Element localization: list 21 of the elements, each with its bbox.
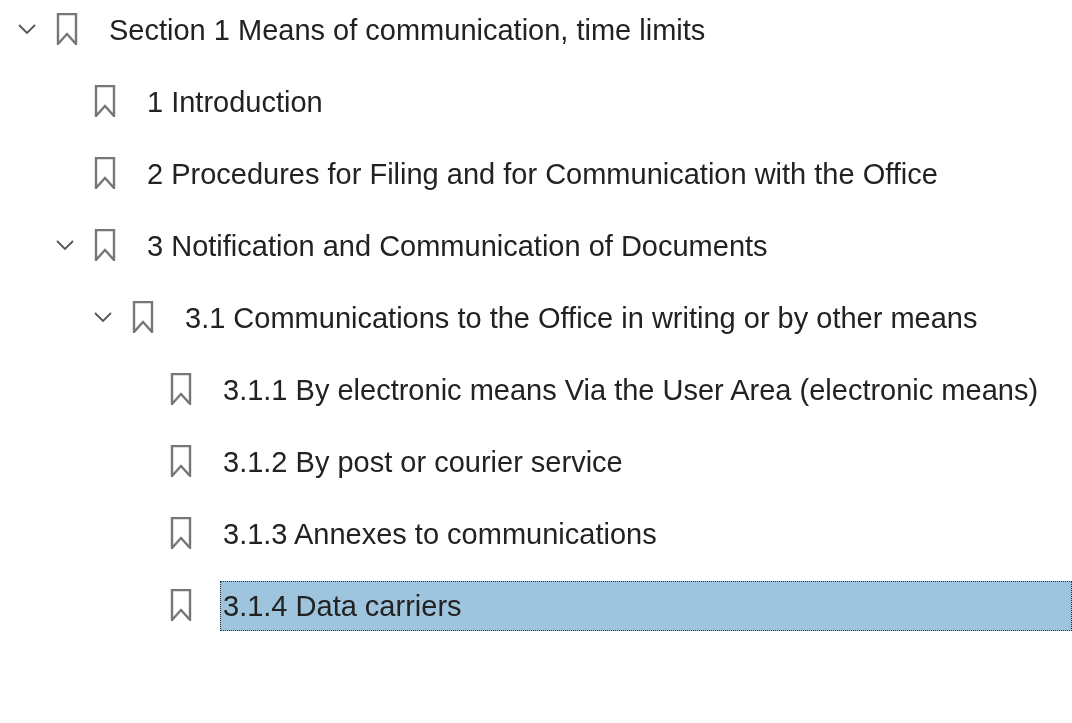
bookmark-label[interactable]: 3.1.4 Data carriers xyxy=(220,581,1072,631)
bookmark-icon xyxy=(170,445,192,477)
bookmark-label[interactable]: 3.1.2 By post or courier service xyxy=(220,437,1072,487)
bookmark-label[interactable]: 3.1.1 By electronic means Via the User Area (electronic means) xyxy=(220,365,1072,415)
chevron-icon[interactable] xyxy=(94,312,112,322)
bookmark-label[interactable]: 3.1 Communications to the Office in writing or by other means xyxy=(182,293,1072,343)
bookmark-label[interactable]: Section 1 Means of communication, time limits xyxy=(106,5,1072,55)
bookmark-icon xyxy=(170,373,192,405)
bookmark-icon xyxy=(170,517,192,549)
bookmark-icon xyxy=(94,85,116,117)
bookmark-icon xyxy=(170,589,192,621)
bookmark-label[interactable]: 3 Notification and Communication of Documents xyxy=(144,221,1072,271)
chevron-icon[interactable] xyxy=(56,240,74,250)
bookmark-label[interactable]: 2 Procedures for Filing and for Communication with the Office xyxy=(144,149,1072,199)
bookmark-label[interactable]: 3.1.3 Annexes to communications xyxy=(220,509,1072,559)
bookmark-icon xyxy=(94,229,116,261)
bookmark-label[interactable]: 1 Introduction xyxy=(144,77,1072,127)
chevron-icon[interactable] xyxy=(18,24,36,34)
bookmark-icon xyxy=(94,157,116,189)
bookmark-icon xyxy=(56,13,78,45)
bookmark-icon xyxy=(132,301,154,333)
